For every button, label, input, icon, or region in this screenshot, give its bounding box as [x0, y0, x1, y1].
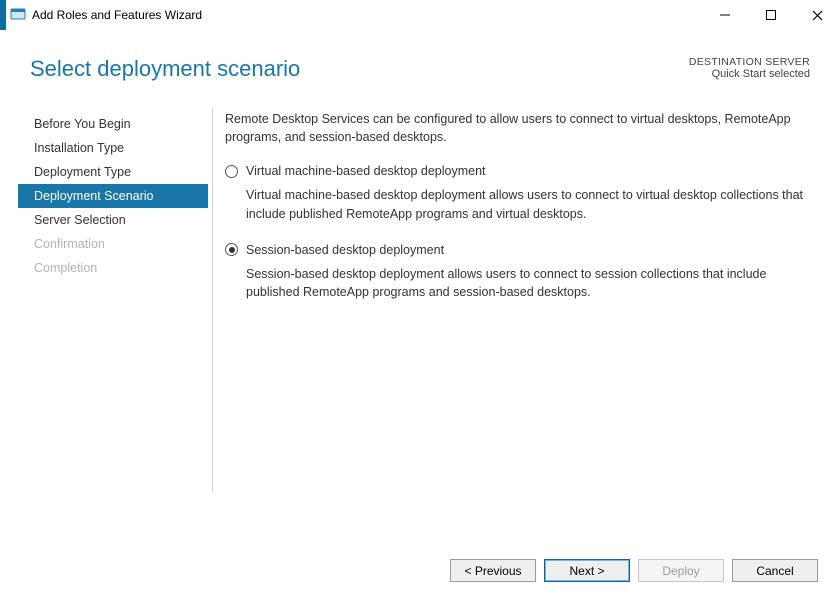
minimize-button[interactable]	[702, 0, 748, 30]
nav-server-selection[interactable]: Server Selection	[18, 208, 208, 232]
titlebar: Add Roles and Features Wizard	[0, 0, 840, 30]
window-controls	[702, 0, 840, 30]
nav-confirmation: Confirmation	[18, 232, 208, 256]
radio-icon[interactable]	[225, 243, 238, 256]
previous-button[interactable]: < Previous	[450, 559, 536, 582]
wizard-nav: Before You Begin Installation Type Deplo…	[18, 100, 208, 500]
window-title: Add Roles and Features Wizard	[32, 8, 202, 22]
nav-installation-type[interactable]: Installation Type	[18, 136, 208, 160]
footer: < Previous Next > Deploy Cancel	[0, 559, 840, 582]
nav-deployment-type[interactable]: Deployment Type	[18, 160, 208, 184]
option-label: Virtual machine-based desktop deployment	[246, 162, 486, 180]
intro-text: Remote Desktop Services can be configure…	[225, 110, 822, 146]
app-icon	[10, 7, 26, 23]
close-button[interactable]	[794, 0, 840, 30]
nav-completion: Completion	[18, 256, 208, 280]
nav-deployment-scenario[interactable]: Deployment Scenario	[18, 184, 208, 208]
page-title: Select deployment scenario	[30, 56, 689, 82]
header: Select deployment scenario DESTINATION S…	[0, 30, 840, 90]
next-button[interactable]: Next >	[544, 559, 630, 582]
option-session-based-description: Session-based desktop deployment allows …	[246, 265, 822, 301]
destination-value: Quick Start selected	[689, 68, 810, 80]
destination-label: DESTINATION SERVER	[689, 56, 810, 68]
maximize-button[interactable]	[748, 0, 794, 30]
option-vm-based-description: Virtual machine-based desktop deployment…	[246, 186, 822, 222]
accent-strip	[0, 0, 6, 30]
option-vm-based[interactable]: Virtual machine-based desktop deployment	[225, 162, 822, 180]
destination-block: DESTINATION SERVER Quick Start selected	[689, 56, 810, 80]
option-label: Session-based desktop deployment	[246, 241, 444, 259]
cancel-button[interactable]: Cancel	[732, 559, 818, 582]
nav-before-you-begin[interactable]: Before You Begin	[18, 112, 208, 136]
vertical-divider	[212, 108, 213, 492]
radio-icon[interactable]	[225, 165, 238, 178]
body: Before You Begin Installation Type Deplo…	[0, 90, 840, 500]
option-session-based[interactable]: Session-based desktop deployment	[225, 241, 822, 259]
content-pane: Remote Desktop Services can be configure…	[225, 100, 822, 500]
deploy-button: Deploy	[638, 559, 724, 582]
